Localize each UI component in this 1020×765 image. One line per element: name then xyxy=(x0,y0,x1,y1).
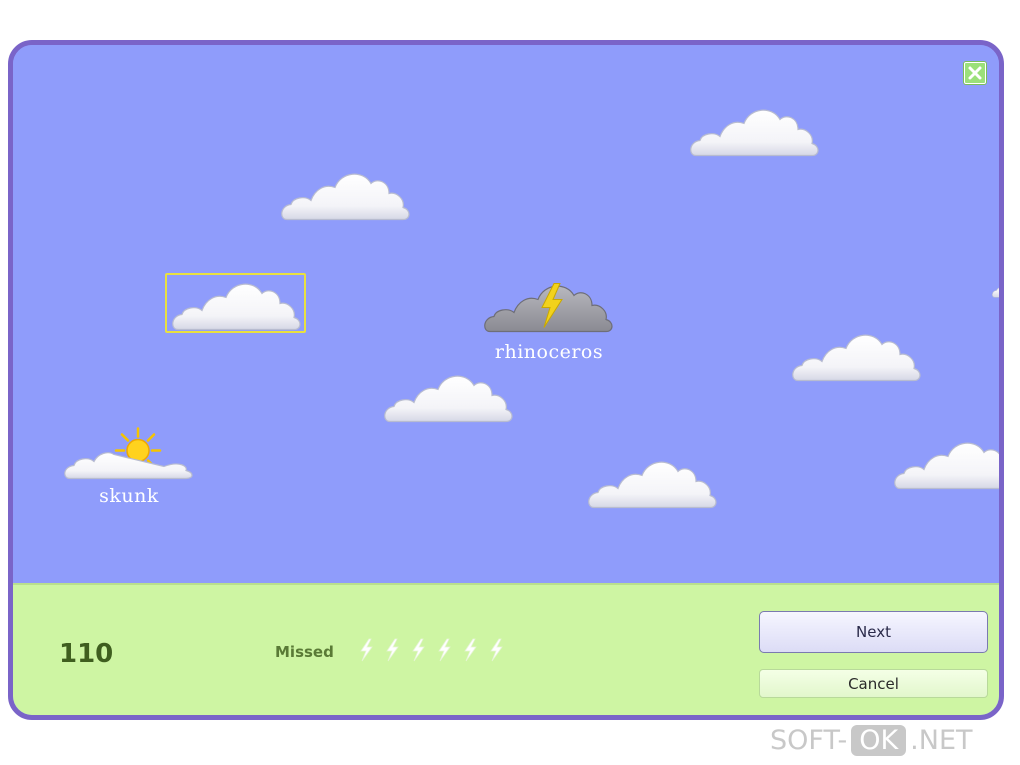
missed-bolt-icon xyxy=(358,638,375,662)
cancel-button[interactable]: Cancel xyxy=(759,669,988,698)
selected-cloud[interactable] xyxy=(172,277,302,333)
close-button[interactable] xyxy=(964,62,986,84)
word-label-rhinoceros: rhinoceros xyxy=(494,341,604,363)
watermark-ok: OK xyxy=(851,724,907,756)
sky-area: rhinoceros skunk xyxy=(13,45,999,583)
status-panel: 110 Missed Next Cancel xyxy=(13,583,999,715)
score-value: 110 xyxy=(59,639,114,669)
cloud[interactable] xyxy=(588,455,718,511)
cloud-partial[interactable] xyxy=(992,273,1004,299)
missed-bolt-icon xyxy=(436,638,453,662)
missed-bolt-icon xyxy=(462,638,479,662)
game-window: rhinoceros skunk 110 Missed Next Cancel xyxy=(8,40,1004,720)
missed-bolt-icon xyxy=(488,638,505,662)
watermark: SOFT- OK .NET xyxy=(770,718,973,762)
cloud[interactable] xyxy=(792,328,922,384)
sun-cloud[interactable] xyxy=(64,426,194,482)
cloud[interactable] xyxy=(894,436,1004,492)
word-label-skunk: skunk xyxy=(99,485,159,507)
cloud[interactable] xyxy=(281,167,411,223)
watermark-soft: SOFT- xyxy=(770,724,848,756)
cloud[interactable] xyxy=(690,103,820,159)
missed-bolt-icon xyxy=(410,638,427,662)
next-button[interactable]: Next xyxy=(759,611,988,653)
missed-bolt-icon xyxy=(384,638,401,662)
missed-label: Missed xyxy=(275,643,334,661)
missed-counter xyxy=(358,638,505,662)
storm-cloud[interactable] xyxy=(484,279,614,335)
close-icon xyxy=(968,66,982,80)
watermark-net: .NET xyxy=(910,724,973,756)
cloud[interactable] xyxy=(384,369,514,425)
